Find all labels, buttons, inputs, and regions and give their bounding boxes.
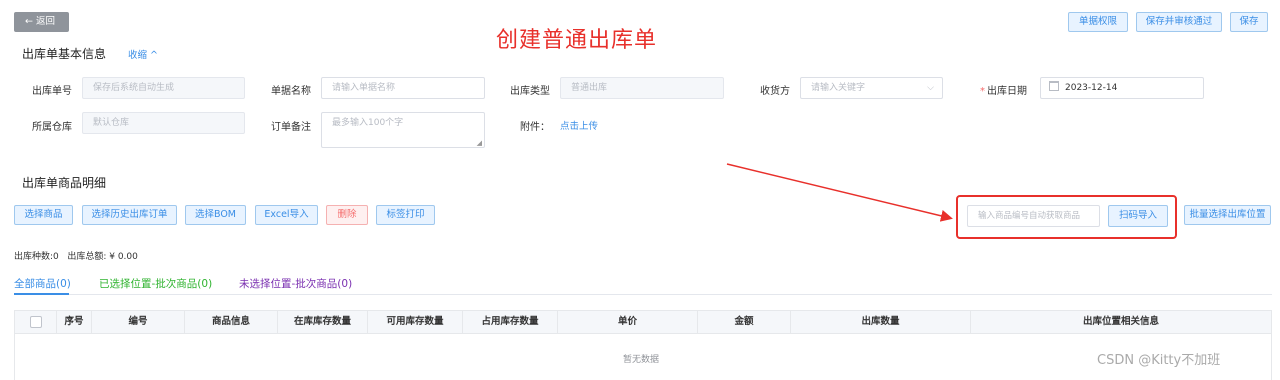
- col-amount: 金额: [698, 311, 791, 333]
- tab-selected-location[interactable]: 已选择位置-批次商品(0): [99, 276, 212, 291]
- tab-unselected-location[interactable]: 未选择位置-批次商品(0): [239, 276, 352, 291]
- watermark: CSDN @Kitty不加班: [1097, 353, 1221, 368]
- col-unit-price: 单价: [558, 311, 698, 333]
- summary-text: 出库种数:0 出库总额: ¥ 0.00: [14, 252, 138, 262]
- select-all-cell: [15, 311, 57, 333]
- tab-all-goods[interactable]: 全部商品(0): [14, 276, 71, 291]
- col-available-qty: 可用库存数量: [368, 311, 463, 333]
- tabs-divider: [14, 294, 1272, 295]
- scan-code-input[interactable]: 输入商品编号自动获取商品: [967, 205, 1100, 227]
- col-goods-info: 商品信息: [185, 311, 278, 333]
- col-stock-qty: 在库库存数量: [278, 311, 368, 333]
- scan-import-button[interactable]: 扫码导入: [1108, 205, 1168, 227]
- col-location-info: 出库位置相关信息: [1082, 316, 1159, 327]
- batch-select-location-button[interactable]: 批量选择出库位置: [1184, 205, 1271, 225]
- col-index: 序号: [57, 311, 92, 333]
- col-occupied-qty: 占用库存数量: [463, 311, 558, 333]
- col-out-qty: 出库数量: [791, 311, 971, 333]
- active-tab-indicator: [14, 293, 69, 295]
- table-empty-text: 暂无数据: [623, 355, 660, 365]
- col-code: 编号: [92, 311, 185, 333]
- select-all-checkbox[interactable]: [29, 315, 42, 328]
